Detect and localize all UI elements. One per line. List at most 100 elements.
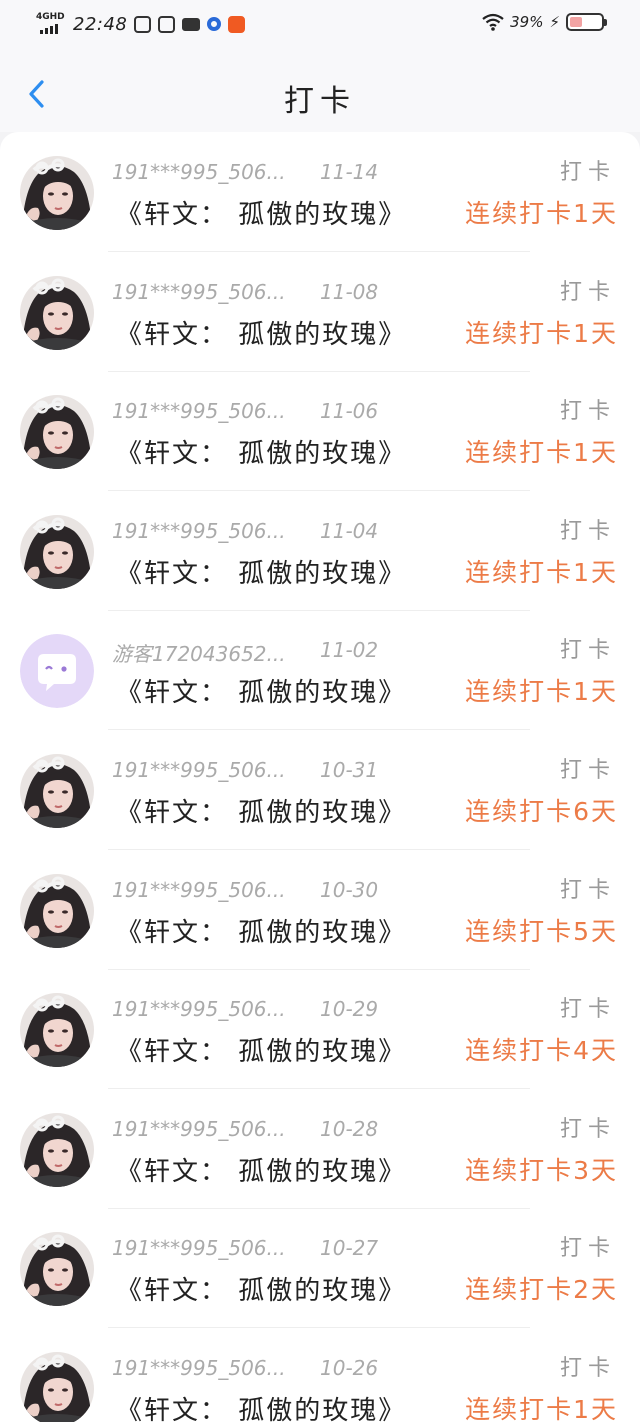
checkin-tag: 打卡: [559, 160, 616, 185]
streak-label: 连续打卡6天: [465, 797, 618, 826]
girl-avatar-icon: [20, 754, 94, 828]
girl-avatar-icon: [20, 873, 94, 948]
wifi-icon: [482, 13, 504, 31]
checkin-item[interactable]: 191***995_506... 11-06 《轩文： 孤傲的玫瑰》 打卡 连续…: [0, 371, 640, 492]
battery-percent: 39%: [510, 13, 544, 31]
streak-label: 连续打卡1天: [465, 318, 618, 348]
streak-label: 连续打卡2天: [465, 1275, 618, 1305]
charging-icon: ⚡: [549, 13, 560, 31]
username: 191***995_506...: [112, 997, 286, 1022]
username: 191***995_506...: [112, 877, 286, 902]
book-title: 《轩文： 孤傲的玫瑰》: [116, 319, 407, 350]
username: 191***995_506...: [112, 1116, 286, 1141]
app-dot-icon: [207, 17, 222, 31]
checkin-item[interactable]: 191***995_506... 10-29 《轩文： 孤傲的玫瑰》 打卡 连续…: [0, 969, 640, 1090]
status-bar-right: 39% ⚡: [482, 13, 607, 31]
username: 191***995_506...: [112, 279, 286, 304]
cellular-signal-icon: 4GHD: [36, 12, 66, 36]
checkin-tag: 打卡: [559, 1116, 616, 1142]
checkin-date: 11-02: [320, 638, 379, 663]
status-time: 22:48: [73, 13, 128, 35]
checkin-item[interactable]: 191***995_506... 10-31 《轩文： 孤傲的玫瑰》 打卡 连续…: [0, 730, 640, 850]
streak-label: 连续打卡1天: [465, 557, 618, 587]
avatar[interactable]: [20, 275, 94, 350]
checkin-item[interactable]: 191***995_506... 10-30 《轩文： 孤傲的玫瑰》 打卡 连续…: [0, 850, 640, 970]
checkin-date: 10-29: [320, 997, 379, 1022]
avatar[interactable]: [20, 1112, 94, 1187]
checkin-item[interactable]: 191***995_506... 11-04 《轩文： 孤傲的玫瑰》 打卡 连续…: [0, 491, 640, 611]
girl-avatar-icon: [20, 1352, 94, 1422]
nav-bar: 打卡: [0, 50, 640, 132]
username: 191***995_506...: [112, 160, 286, 184]
checkin-date: 11-14: [320, 160, 379, 184]
checkin-date: 10-30: [320, 877, 379, 902]
checkin-date: 10-31: [320, 758, 379, 782]
checkin-item[interactable]: 191***995_506... 10-28 《轩文： 孤傲的玫瑰》 打卡 连续…: [0, 1089, 640, 1209]
streak-label: 连续打卡4天: [465, 1036, 618, 1066]
streak-label: 连续打卡1天: [465, 438, 618, 468]
avatar[interactable]: [20, 754, 94, 828]
streak-label: 连续打卡1天: [465, 677, 618, 707]
checkin-tag: 打卡: [559, 638, 616, 664]
streak-label: 连续打卡1天: [465, 199, 618, 228]
checkin-tag: 打卡: [559, 279, 616, 305]
book-title: 《轩文： 孤傲的玫瑰》: [116, 917, 407, 948]
guest-avatar-icon: [20, 634, 94, 709]
network-type-label: 4GHD: [36, 12, 65, 22]
book-title: 《轩文： 孤傲的玫瑰》: [116, 439, 407, 470]
book-title: 《轩文： 孤傲的玫瑰》: [116, 1276, 407, 1307]
avatar[interactable]: [20, 993, 94, 1068]
girl-avatar-icon: [20, 275, 94, 350]
checkin-item[interactable]: 191***995_506... 10-27 《轩文： 孤傲的玫瑰》 打卡 连续…: [0, 1208, 640, 1329]
checkin-item[interactable]: 191***995_506... 10-26 《轩文： 孤傲的玫瑰》 打卡 连续…: [0, 1328, 640, 1422]
battery-icon: [566, 13, 607, 31]
checkin-date: 11-08: [320, 279, 379, 304]
checkin-tag: 打卡: [559, 877, 616, 903]
book-title: 《轩文： 孤傲的玫瑰》: [116, 798, 407, 828]
checkin-date: 11-06: [320, 399, 379, 424]
avatar[interactable]: [20, 1232, 94, 1307]
book-title: 《轩文： 孤傲的玫瑰》: [116, 558, 407, 589]
app-header: 4GHD 22:48 39% ⚡ 打卡: [0, 0, 640, 132]
battery-level: [570, 17, 582, 27]
username: 191***995_506...: [112, 1236, 286, 1261]
username: 191***995_506...: [112, 518, 286, 543]
book-title: 《轩文： 孤傲的玫瑰》: [116, 1396, 407, 1422]
book-title: 《轩文： 孤傲的玫瑰》: [116, 678, 407, 709]
checkin-tag: 打卡: [559, 399, 616, 425]
status-bar: 4GHD 22:48 39% ⚡: [0, 0, 640, 50]
avatar[interactable]: [20, 634, 94, 709]
book-title: 《轩文： 孤傲的玫瑰》: [116, 200, 407, 230]
checkin-item[interactable]: 游客172043652... 11-02 《轩文： 孤傲的玫瑰》 打卡 连续打卡…: [0, 610, 640, 731]
avatar[interactable]: [20, 395, 94, 470]
streak-label: 连续打卡3天: [465, 1155, 618, 1185]
page-title: 打卡: [284, 84, 356, 119]
checkin-date: 10-27: [320, 1236, 379, 1261]
girl-avatar-icon: [20, 993, 94, 1068]
girl-avatar-icon: [20, 1112, 94, 1187]
checkin-list: 191***995_506... 11-14 《轩文： 孤傲的玫瑰》 打卡 连续…: [0, 132, 640, 1422]
avatar[interactable]: [20, 156, 94, 230]
checkin-tag: 打卡: [559, 1236, 616, 1262]
checkin-date: 10-28: [320, 1116, 379, 1141]
checkin-item[interactable]: 191***995_506... 11-14 《轩文： 孤傲的玫瑰》 打卡 连续…: [0, 132, 640, 252]
browser-icon: [158, 15, 176, 33]
girl-avatar-icon: [20, 156, 94, 230]
book-title: 《轩文： 孤傲的玫瑰》: [116, 1156, 407, 1187]
username: 191***995_506...: [112, 1356, 286, 1380]
username: 191***995_506...: [112, 758, 286, 782]
browser-icon: [134, 15, 152, 33]
avatar[interactable]: [20, 1352, 94, 1422]
checkin-tag: 打卡: [559, 1356, 616, 1381]
checkin-date: 11-04: [320, 518, 379, 543]
video-icon: [182, 17, 201, 31]
girl-avatar-icon: [20, 395, 94, 470]
checkin-tag: 打卡: [559, 997, 616, 1023]
status-bar-left: 4GHD 22:48: [36, 12, 246, 36]
streak-label: 连续打卡5天: [465, 916, 618, 946]
book-title: 《轩文： 孤傲的玫瑰》: [116, 1037, 407, 1068]
checkin-item[interactable]: 191***995_506... 11-08 《轩文： 孤傲的玫瑰》 打卡 连续…: [0, 252, 640, 372]
app-icon: [228, 15, 246, 33]
avatar[interactable]: [20, 873, 94, 948]
avatar[interactable]: [20, 514, 94, 589]
